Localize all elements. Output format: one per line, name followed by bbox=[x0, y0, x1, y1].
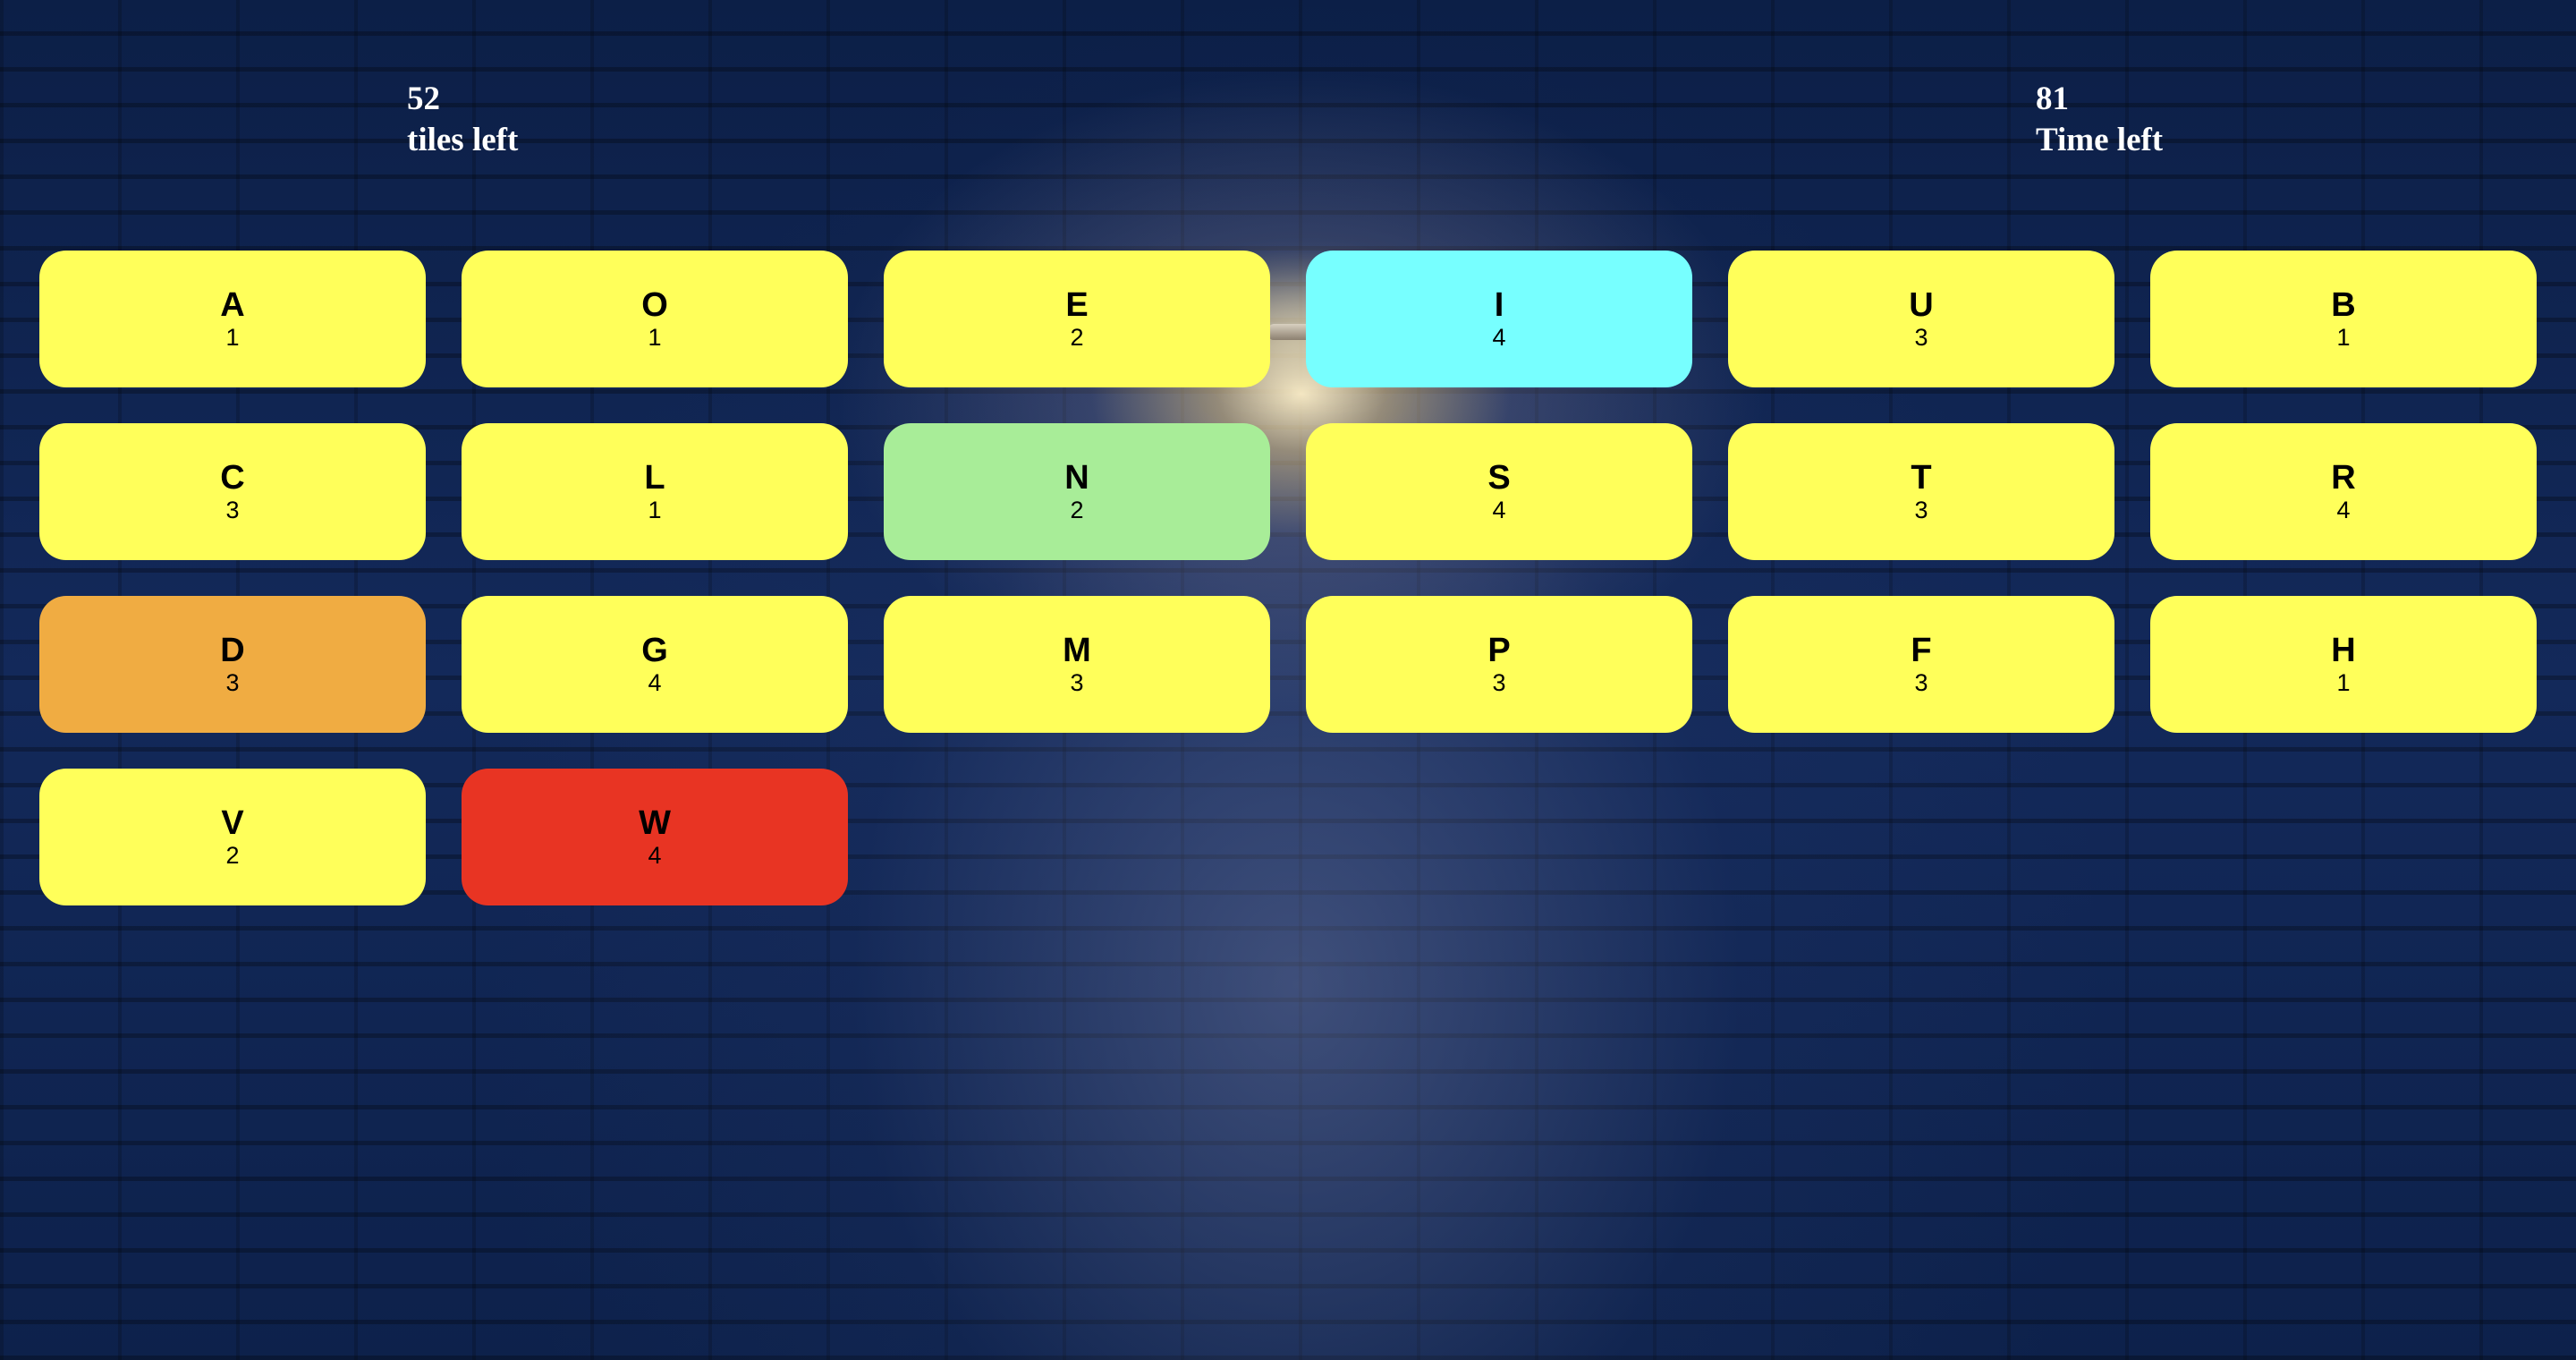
tile-letter: T bbox=[1911, 458, 1932, 497]
tile-points: 2 bbox=[1070, 496, 1084, 523]
tile-points: 4 bbox=[648, 841, 662, 869]
tile-points: 1 bbox=[648, 323, 662, 351]
tile-letter: U bbox=[1909, 285, 1934, 324]
tile-points: 4 bbox=[1492, 323, 1506, 351]
tile-points: 1 bbox=[225, 323, 240, 351]
letter-tile-p[interactable]: P3 bbox=[1306, 596, 1692, 733]
letter-tile-a[interactable]: A1 bbox=[39, 251, 426, 387]
tiles-left-label: tiles left bbox=[407, 122, 519, 158]
tile-letter: E bbox=[1065, 285, 1089, 324]
tile-points: 4 bbox=[1492, 496, 1506, 523]
tile-points: 2 bbox=[225, 841, 240, 869]
tile-points: 3 bbox=[1914, 323, 1928, 351]
tile-letter: G bbox=[641, 631, 668, 669]
letter-tile-r[interactable]: R4 bbox=[2150, 423, 2537, 560]
letter-tile-o[interactable]: O1 bbox=[462, 251, 848, 387]
tile-letter: A bbox=[220, 285, 245, 324]
tile-letter: V bbox=[221, 803, 244, 842]
tile-letter: D bbox=[220, 631, 245, 669]
letter-tile-c[interactable]: C3 bbox=[39, 423, 426, 560]
tile-points: 1 bbox=[648, 496, 662, 523]
tile-grid: A1O1E2I4U3B1C3L1N2S4T3R4D3G4M3P3F3H1V2W4 bbox=[39, 251, 2537, 905]
letter-tile-f[interactable]: F3 bbox=[1728, 596, 2114, 733]
tile-points: 4 bbox=[2336, 496, 2351, 523]
tile-points: 3 bbox=[1914, 496, 1928, 523]
tile-letter: P bbox=[1487, 631, 1511, 669]
tile-letter: S bbox=[1487, 458, 1511, 497]
letter-tile-d[interactable]: D3 bbox=[39, 596, 426, 733]
tile-points: 4 bbox=[648, 668, 662, 696]
tile-points: 3 bbox=[1492, 668, 1506, 696]
tile-letter: B bbox=[2331, 285, 2356, 324]
tiles-left-value: 52 bbox=[407, 81, 440, 117]
tile-points: 3 bbox=[1070, 668, 1084, 696]
letter-tile-t[interactable]: T3 bbox=[1728, 423, 2114, 560]
letter-tile-e[interactable]: E2 bbox=[884, 251, 1270, 387]
tile-letter: W bbox=[639, 803, 671, 842]
tile-letter: R bbox=[2331, 458, 2356, 497]
tile-letter: N bbox=[1064, 458, 1089, 497]
time-left-value: 81 bbox=[2036, 81, 2069, 117]
tile-points: 3 bbox=[225, 668, 240, 696]
tile-letter: H bbox=[2331, 631, 2356, 669]
letter-tile-m[interactable]: M3 bbox=[884, 596, 1270, 733]
tile-points: 2 bbox=[1070, 323, 1084, 351]
letter-tile-i[interactable]: I4 bbox=[1306, 251, 1692, 387]
tiles-left-counter: 52 tiles left bbox=[407, 79, 518, 161]
tile-letter: I bbox=[1494, 285, 1504, 324]
tile-points: 1 bbox=[2336, 668, 2351, 696]
letter-tile-n[interactable]: N2 bbox=[884, 423, 1270, 560]
tile-letter: O bbox=[641, 285, 668, 324]
tile-points: 3 bbox=[1914, 668, 1928, 696]
letter-tile-v[interactable]: V2 bbox=[39, 769, 426, 905]
letter-tile-g[interactable]: G4 bbox=[462, 596, 848, 733]
letter-tile-u[interactable]: U3 bbox=[1728, 251, 2114, 387]
time-left-counter: 81 Time left bbox=[2036, 79, 2163, 161]
tile-letter: F bbox=[1911, 631, 1932, 669]
tile-points: 3 bbox=[225, 496, 240, 523]
letter-tile-l[interactable]: L1 bbox=[462, 423, 848, 560]
time-left-label: Time left bbox=[2036, 122, 2164, 158]
tile-letter: M bbox=[1063, 631, 1091, 669]
tile-letter: C bbox=[220, 458, 245, 497]
letter-tile-s[interactable]: S4 bbox=[1306, 423, 1692, 560]
letter-tile-b[interactable]: B1 bbox=[2150, 251, 2537, 387]
tile-letter: L bbox=[644, 458, 665, 497]
letter-tile-h[interactable]: H1 bbox=[2150, 596, 2537, 733]
tile-points: 1 bbox=[2336, 323, 2351, 351]
letter-tile-w[interactable]: W4 bbox=[462, 769, 848, 905]
